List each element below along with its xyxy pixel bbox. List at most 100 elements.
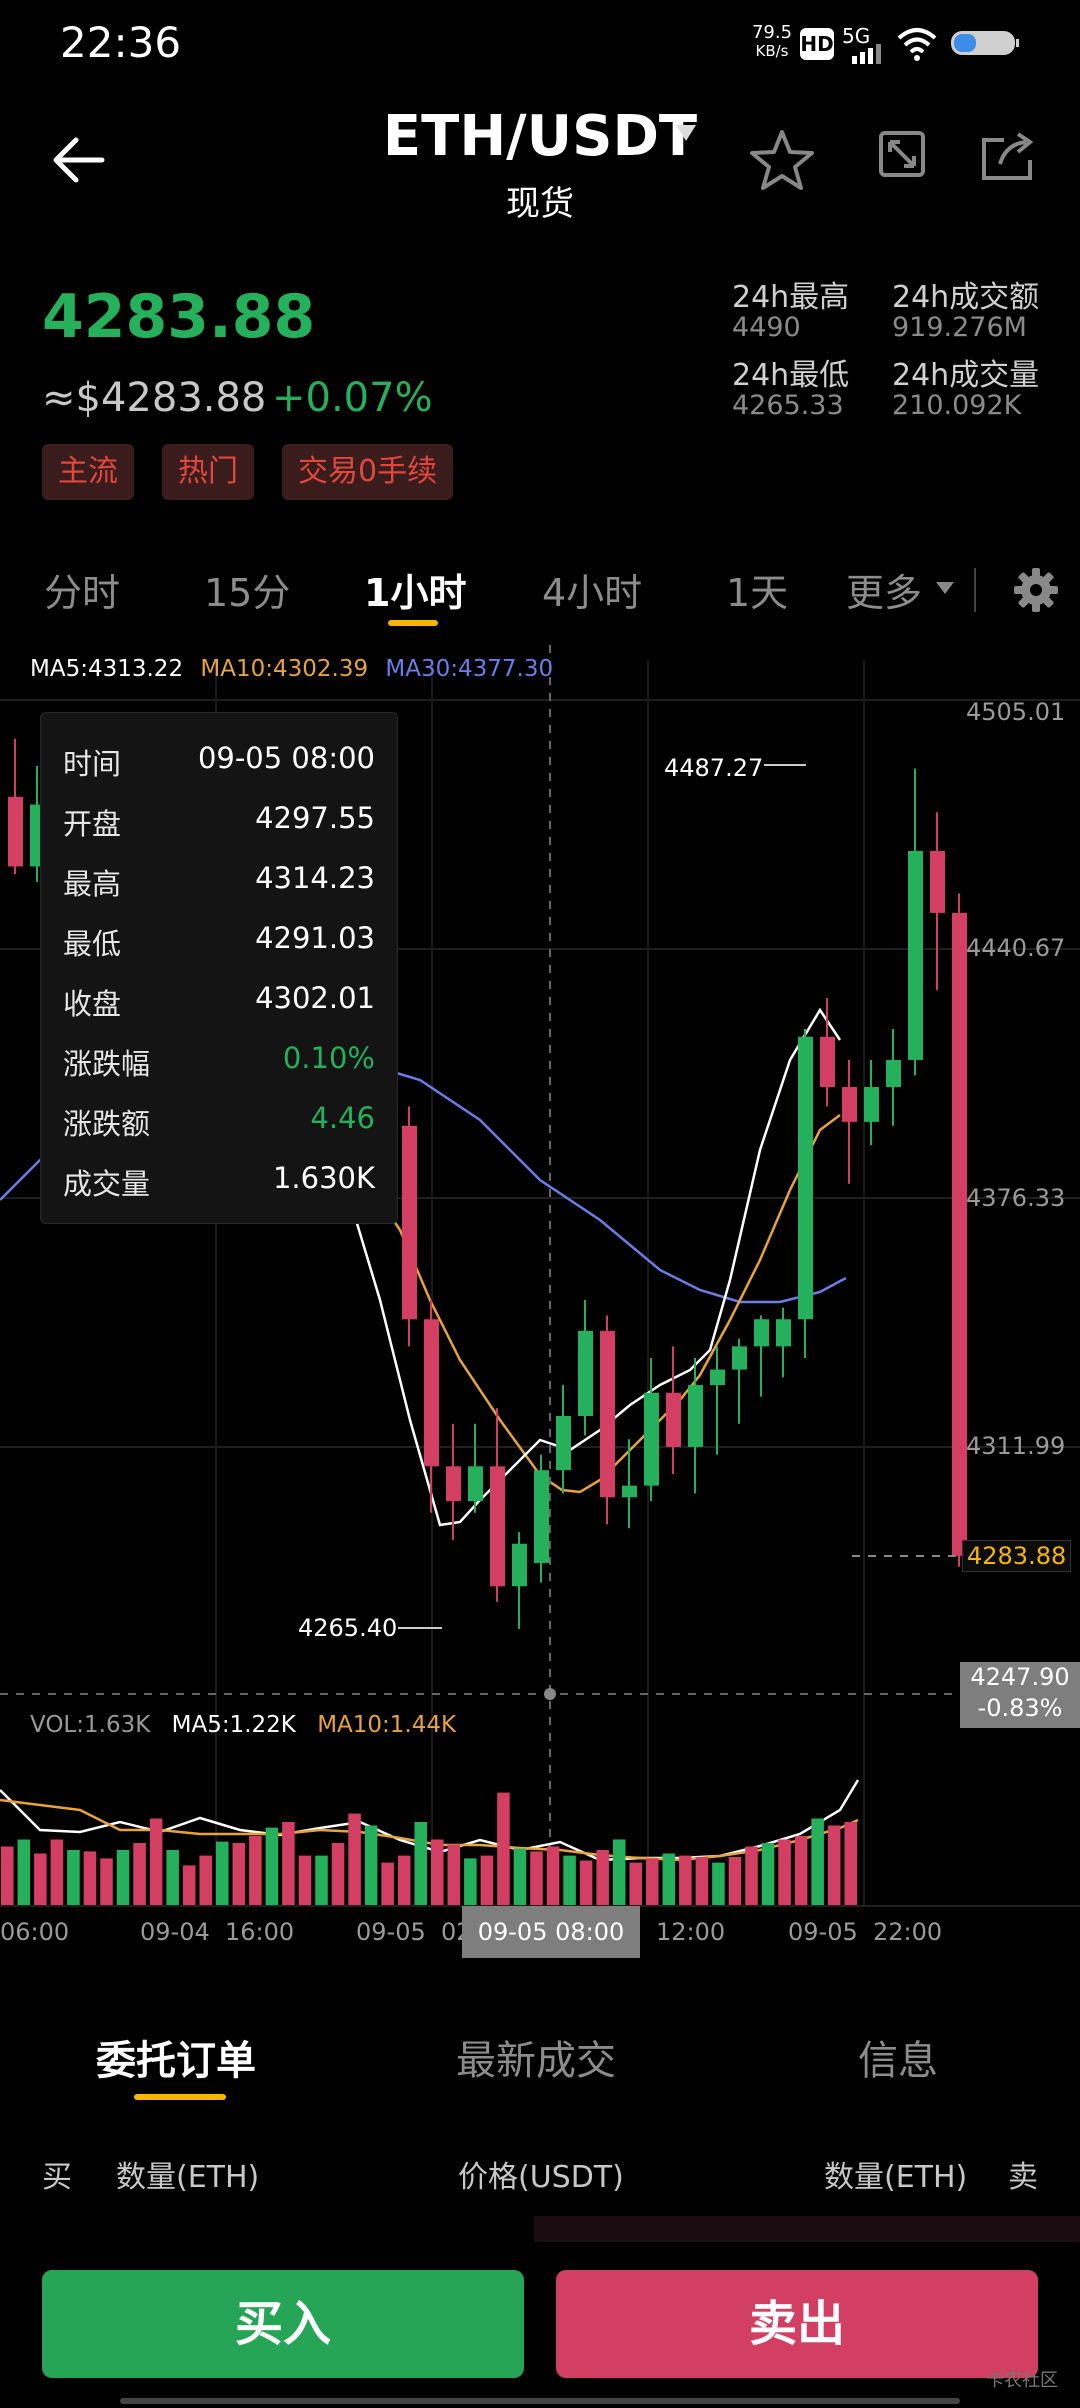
tag-hot[interactable]: 热门 xyxy=(162,444,254,500)
cursor-price-tag: 4247.90 -0.83% xyxy=(960,1662,1080,1728)
tooltip-row-change-amount: 涨跌额 4.46 xyxy=(63,1101,375,1141)
volume-bar xyxy=(563,1855,576,1906)
volume-bar xyxy=(100,1858,113,1906)
pair-name[interactable]: ETH/USDT xyxy=(383,104,697,169)
time-axis-label-1: 06:00 xyxy=(0,1918,70,1946)
home-indicator xyxy=(120,2398,960,2404)
interval-tab-1d[interactable]: 1天 xyxy=(726,562,788,617)
volume-bar xyxy=(265,1827,279,1906)
last-price: 4283.88 xyxy=(42,282,316,352)
interval-tab-timeline[interactable]: 分时 xyxy=(44,562,120,617)
volume-ma5-label: MA5:1.22K xyxy=(171,1712,296,1738)
volume-bar xyxy=(414,1822,427,1906)
volume-bar xyxy=(497,1792,510,1906)
candle-body xyxy=(754,1319,769,1347)
stat-24h-turnover-value: 919.276M xyxy=(892,312,1027,343)
stat-24h-low-value: 4265.33 xyxy=(732,390,844,421)
sell-button[interactable]: 卖出 xyxy=(556,2270,1038,2378)
tag-zero-fee[interactable]: 交易0手续 xyxy=(282,444,454,500)
orderbook-sell-header: 卖 xyxy=(1008,2160,1038,2195)
fullscreen-icon[interactable] xyxy=(878,130,926,178)
volume-bar xyxy=(149,1818,163,1906)
ma10-label: MA10:4302.39 xyxy=(200,656,369,682)
crosshair-dot xyxy=(544,1688,556,1700)
volume-bar xyxy=(728,1857,742,1906)
share-icon[interactable] xyxy=(980,130,1038,182)
stat-24h-volume-value: 210.092K xyxy=(892,390,1022,421)
stat-24h-high-value: 4490 xyxy=(732,312,801,343)
candle-body xyxy=(886,1059,901,1088)
candle-info-tooltip: 时间 09-05 08:00 开盘 4297.55 最高 4314.23 最低 … xyxy=(40,712,398,1224)
interval-tab-15m[interactable]: 15分 xyxy=(204,562,290,617)
tooltip-label: 开盘 xyxy=(63,807,122,841)
tooltip-value: 09-05 08:00 xyxy=(197,741,375,775)
tooltip-value: 0.10% xyxy=(282,1041,375,1075)
tab-latest-trades[interactable]: 最新成交 xyxy=(456,2028,616,2086)
candle-body xyxy=(556,1416,571,1471)
interval-tab-4h[interactable]: 4小时 xyxy=(542,562,642,617)
tooltip-value: 4297.55 xyxy=(255,801,375,835)
buy-button[interactable]: 买入 xyxy=(42,2270,524,2378)
tooltip-label: 收盘 xyxy=(63,987,122,1021)
tooltip-row-time: 时间 09-05 08:00 xyxy=(63,741,375,781)
candle-body xyxy=(688,1385,703,1447)
more-dropdown-icon[interactable] xyxy=(936,582,954,596)
hd-badge: HD xyxy=(800,28,834,60)
time-axis-label-5: 09-05 22:00 xyxy=(788,1918,943,1946)
interval-tab-more[interactable]: 更多 xyxy=(846,562,922,617)
tooltip-label: 最高 xyxy=(63,867,122,901)
candle-body xyxy=(908,850,923,1060)
volume-bar xyxy=(199,1855,212,1906)
volume-bar xyxy=(794,1836,808,1906)
tab-orders[interactable]: 委托订单 xyxy=(96,2028,256,2086)
gear-icon[interactable] xyxy=(1012,566,1060,614)
volume-bar xyxy=(67,1850,80,1906)
pair-dropdown-icon[interactable] xyxy=(676,125,696,143)
volume-bar xyxy=(331,1843,345,1906)
tooltip-row-close: 收盘 4302.01 xyxy=(63,981,375,1021)
tab-info[interactable]: 信息 xyxy=(858,2028,938,2086)
time-axis-label-3: 09-05 02 xyxy=(356,1918,472,1946)
candle-body xyxy=(842,1087,857,1122)
volume-bar xyxy=(1,1846,14,1906)
volume-bar xyxy=(133,1843,146,1906)
battery-icon xyxy=(951,31,1019,55)
tooltip-value: 4314.23 xyxy=(255,861,375,895)
tooltip-value: 4291.03 xyxy=(255,921,375,955)
tag-mainstream[interactable]: 主流 xyxy=(42,444,134,500)
volume-bar xyxy=(249,1836,262,1906)
volume-bar xyxy=(50,1839,64,1906)
market-type: 现货 xyxy=(506,184,574,224)
low-annotation: 4265.40 xyxy=(298,1614,398,1642)
volume-bar xyxy=(34,1853,47,1906)
volume-label: VOL:1.63K xyxy=(30,1712,151,1738)
volume-bar xyxy=(216,1841,229,1906)
candle-body xyxy=(864,1087,879,1122)
volume-bar xyxy=(447,1844,461,1906)
candle-body xyxy=(490,1466,505,1587)
stat-24h-volume-label: 24h成交量 xyxy=(892,358,1040,393)
status-time: 22:36 xyxy=(60,18,182,67)
network-speed: 79.5 KB/s xyxy=(750,24,794,61)
tooltip-row-low: 最低 4291.03 xyxy=(63,921,375,961)
volume-bar xyxy=(745,1846,758,1906)
time-axis-label-2: 09-04 16:00 xyxy=(140,1918,295,1946)
favorite-star-icon[interactable] xyxy=(750,128,814,192)
cursor-percent: -0.83% xyxy=(977,1694,1063,1722)
volume-bar xyxy=(381,1862,394,1906)
tooltip-label: 最低 xyxy=(63,927,122,961)
volume-bar xyxy=(827,1825,841,1906)
volume-bar xyxy=(811,1818,824,1906)
candle-body xyxy=(578,1330,593,1417)
candle-body xyxy=(468,1466,483,1502)
volume-bar xyxy=(282,1822,295,1906)
candle-body xyxy=(600,1330,615,1498)
volume-bar xyxy=(480,1855,494,1906)
active-interval-indicator xyxy=(388,620,438,626)
volume-legend: VOL:1.63K MA5:1.22K MA10:1.44K xyxy=(30,1712,456,1738)
interval-tab-1h[interactable]: 1小时 xyxy=(364,562,466,617)
watermark: 卡农社区 xyxy=(986,2370,1058,2391)
candle-body xyxy=(446,1466,461,1502)
price-axis-label-1: 4505.01 xyxy=(966,698,1066,726)
price-axis-label-2: 4440.67 xyxy=(966,934,1066,962)
